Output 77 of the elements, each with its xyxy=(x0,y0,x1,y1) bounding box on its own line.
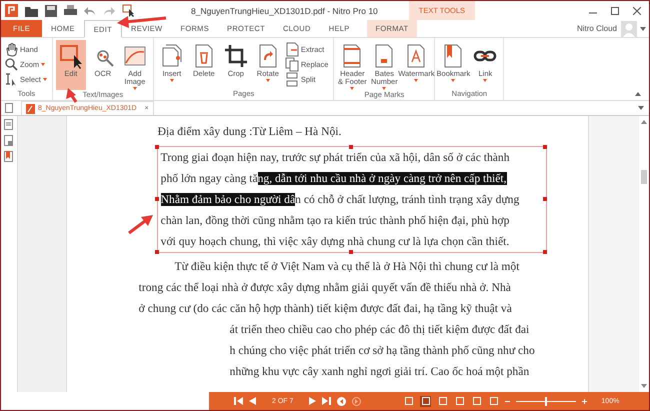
maximize-icon[interactable] xyxy=(611,6,619,14)
attachment-page-icon[interactable] xyxy=(4,135,14,146)
view-mode-button[interactable] xyxy=(420,396,432,406)
arrow-annotation xyxy=(66,88,78,103)
window-title: 8_NguyenTrungHieu_XD1301D.pdf - Nitro Pro 10 xyxy=(191,6,378,16)
collapse-ribbon-icon[interactable] xyxy=(635,92,641,96)
print-icon[interactable] xyxy=(64,4,77,16)
text-line: Từ điều kiện thực tế ở Việt Nam và cụ thể là ở Hà Nội thì chung cư là một xyxy=(174,259,520,275)
resize-handle[interactable] xyxy=(349,144,354,148)
hand-icon xyxy=(4,42,18,56)
text-line: át triển theo chiều cao cho phép các đô thị tiết kiệm được đất đai xyxy=(228,322,530,338)
text-line: những khu vực cây xanh nghỉ ngơi giải trí. Cao ốc hoá một phần xyxy=(228,364,530,380)
resize-handle[interactable] xyxy=(155,144,160,148)
undo-icon[interactable] xyxy=(84,6,96,16)
view-mode-button[interactable] xyxy=(471,396,482,406)
zoom-out-icon[interactable] xyxy=(505,398,510,404)
scroll-up-icon[interactable] xyxy=(641,120,648,124)
previous-page-icon[interactable] xyxy=(249,397,256,405)
last-page-icon[interactable] xyxy=(322,397,332,405)
extract-page-icon xyxy=(284,42,299,56)
text-run: Trong giai đoạn hiện nay, trước sự phát triển của xã hội, dân số ở các thành xyxy=(160,151,510,164)
page-icon[interactable] xyxy=(4,119,14,130)
dropdown-caret-icon[interactable] xyxy=(42,78,47,81)
save-icon[interactable] xyxy=(45,4,57,16)
pdf-file-icon xyxy=(26,104,35,114)
dropdown-caret-icon[interactable] xyxy=(483,79,488,82)
view-mode-button[interactable] xyxy=(403,396,414,406)
text-run: với quy hoạch chung, thì việc xây dựng nhà chung cư là lựa chọn cần thiết. xyxy=(160,235,510,248)
text-line: ở chung cư (do các căn hộ hợp thành) tiết kiệm được đất đai, hạ tầng kỹ thuật và xyxy=(138,301,513,317)
page-icon[interactable] xyxy=(5,103,13,113)
scroll-down-icon[interactable] xyxy=(641,384,648,388)
view-mode-button[interactable] xyxy=(454,396,466,406)
resize-handle[interactable] xyxy=(543,197,548,201)
caret-icon[interactable] xyxy=(638,106,644,110)
text-cursor-icon xyxy=(4,72,18,86)
edit-cursor-icon[interactable] xyxy=(122,4,136,17)
first-page-icon[interactable] xyxy=(234,397,243,405)
bookmark-icon[interactable] xyxy=(4,151,14,162)
resize-handle[interactable] xyxy=(543,144,548,148)
close-icon[interactable] xyxy=(633,6,641,14)
zoom-in-icon[interactable] xyxy=(582,398,588,404)
view-mode-button[interactable] xyxy=(437,396,448,406)
dropdown-caret-icon[interactable] xyxy=(350,87,354,90)
text-line: Địa điểm xây dung :Từ Liêm – Hà Nội. xyxy=(156,124,342,140)
resize-handle[interactable] xyxy=(155,197,160,201)
text-run: Nhằm đảm bảo cho người dâ xyxy=(160,193,296,206)
dropdown-caret-icon[interactable] xyxy=(414,79,418,82)
caret-icon[interactable] xyxy=(640,26,646,30)
resize-handle[interactable] xyxy=(543,250,548,254)
text-run: chàn lan, đồng thời cũng nhằm tạo ra kiến trúc thành phố hiện đại, phù hợp xyxy=(160,214,510,227)
view-mode-button[interactable] xyxy=(488,396,500,406)
text-line: h chúng cho việc phát triển cơ sở hạ tầng thành phố cũng như cho xyxy=(228,343,536,359)
arrow-annotation xyxy=(128,215,153,234)
dropdown-caret-icon[interactable] xyxy=(41,63,46,66)
scrollbar-thumb[interactable] xyxy=(641,170,648,184)
forward-icon[interactable] xyxy=(352,396,362,406)
replace-page-icon xyxy=(284,56,299,72)
dropdown-caret-icon[interactable] xyxy=(170,79,174,82)
dropdown-caret-icon[interactable] xyxy=(132,87,137,90)
back-icon[interactable] xyxy=(337,396,346,406)
redo-icon[interactable] xyxy=(103,6,115,16)
dropdown-caret-icon[interactable] xyxy=(451,79,456,82)
dropdown-caret-icon[interactable] xyxy=(382,87,386,90)
folder-icon[interactable] xyxy=(25,4,38,16)
text-box[interactable] xyxy=(156,146,547,253)
split-page-icon xyxy=(284,72,299,86)
next-page-icon[interactable] xyxy=(309,397,316,405)
dropdown-caret-icon[interactable] xyxy=(266,79,270,82)
text-line: trong các thể loại nhà ở được xây dựng nhằm giải quyết vấn đề thiếu nhà ở. Nhà xyxy=(138,280,512,296)
magnifier-icon xyxy=(4,56,18,72)
text-run: n có chỗ ở chất lượng, tránh tình trạng xây dựng xyxy=(295,193,520,206)
text-run: ng, dẫn tới nhu cầu nhà ở ngày càng trở nên cấp thiết, xyxy=(258,172,507,185)
resize-handle[interactable] xyxy=(349,250,354,254)
app-logo-icon xyxy=(5,4,18,17)
resize-handle[interactable] xyxy=(155,250,160,254)
account-name[interactable]: Nitro Cloud xyxy=(576,24,617,33)
text-run: phố lớn ngay càng tă xyxy=(160,172,258,185)
